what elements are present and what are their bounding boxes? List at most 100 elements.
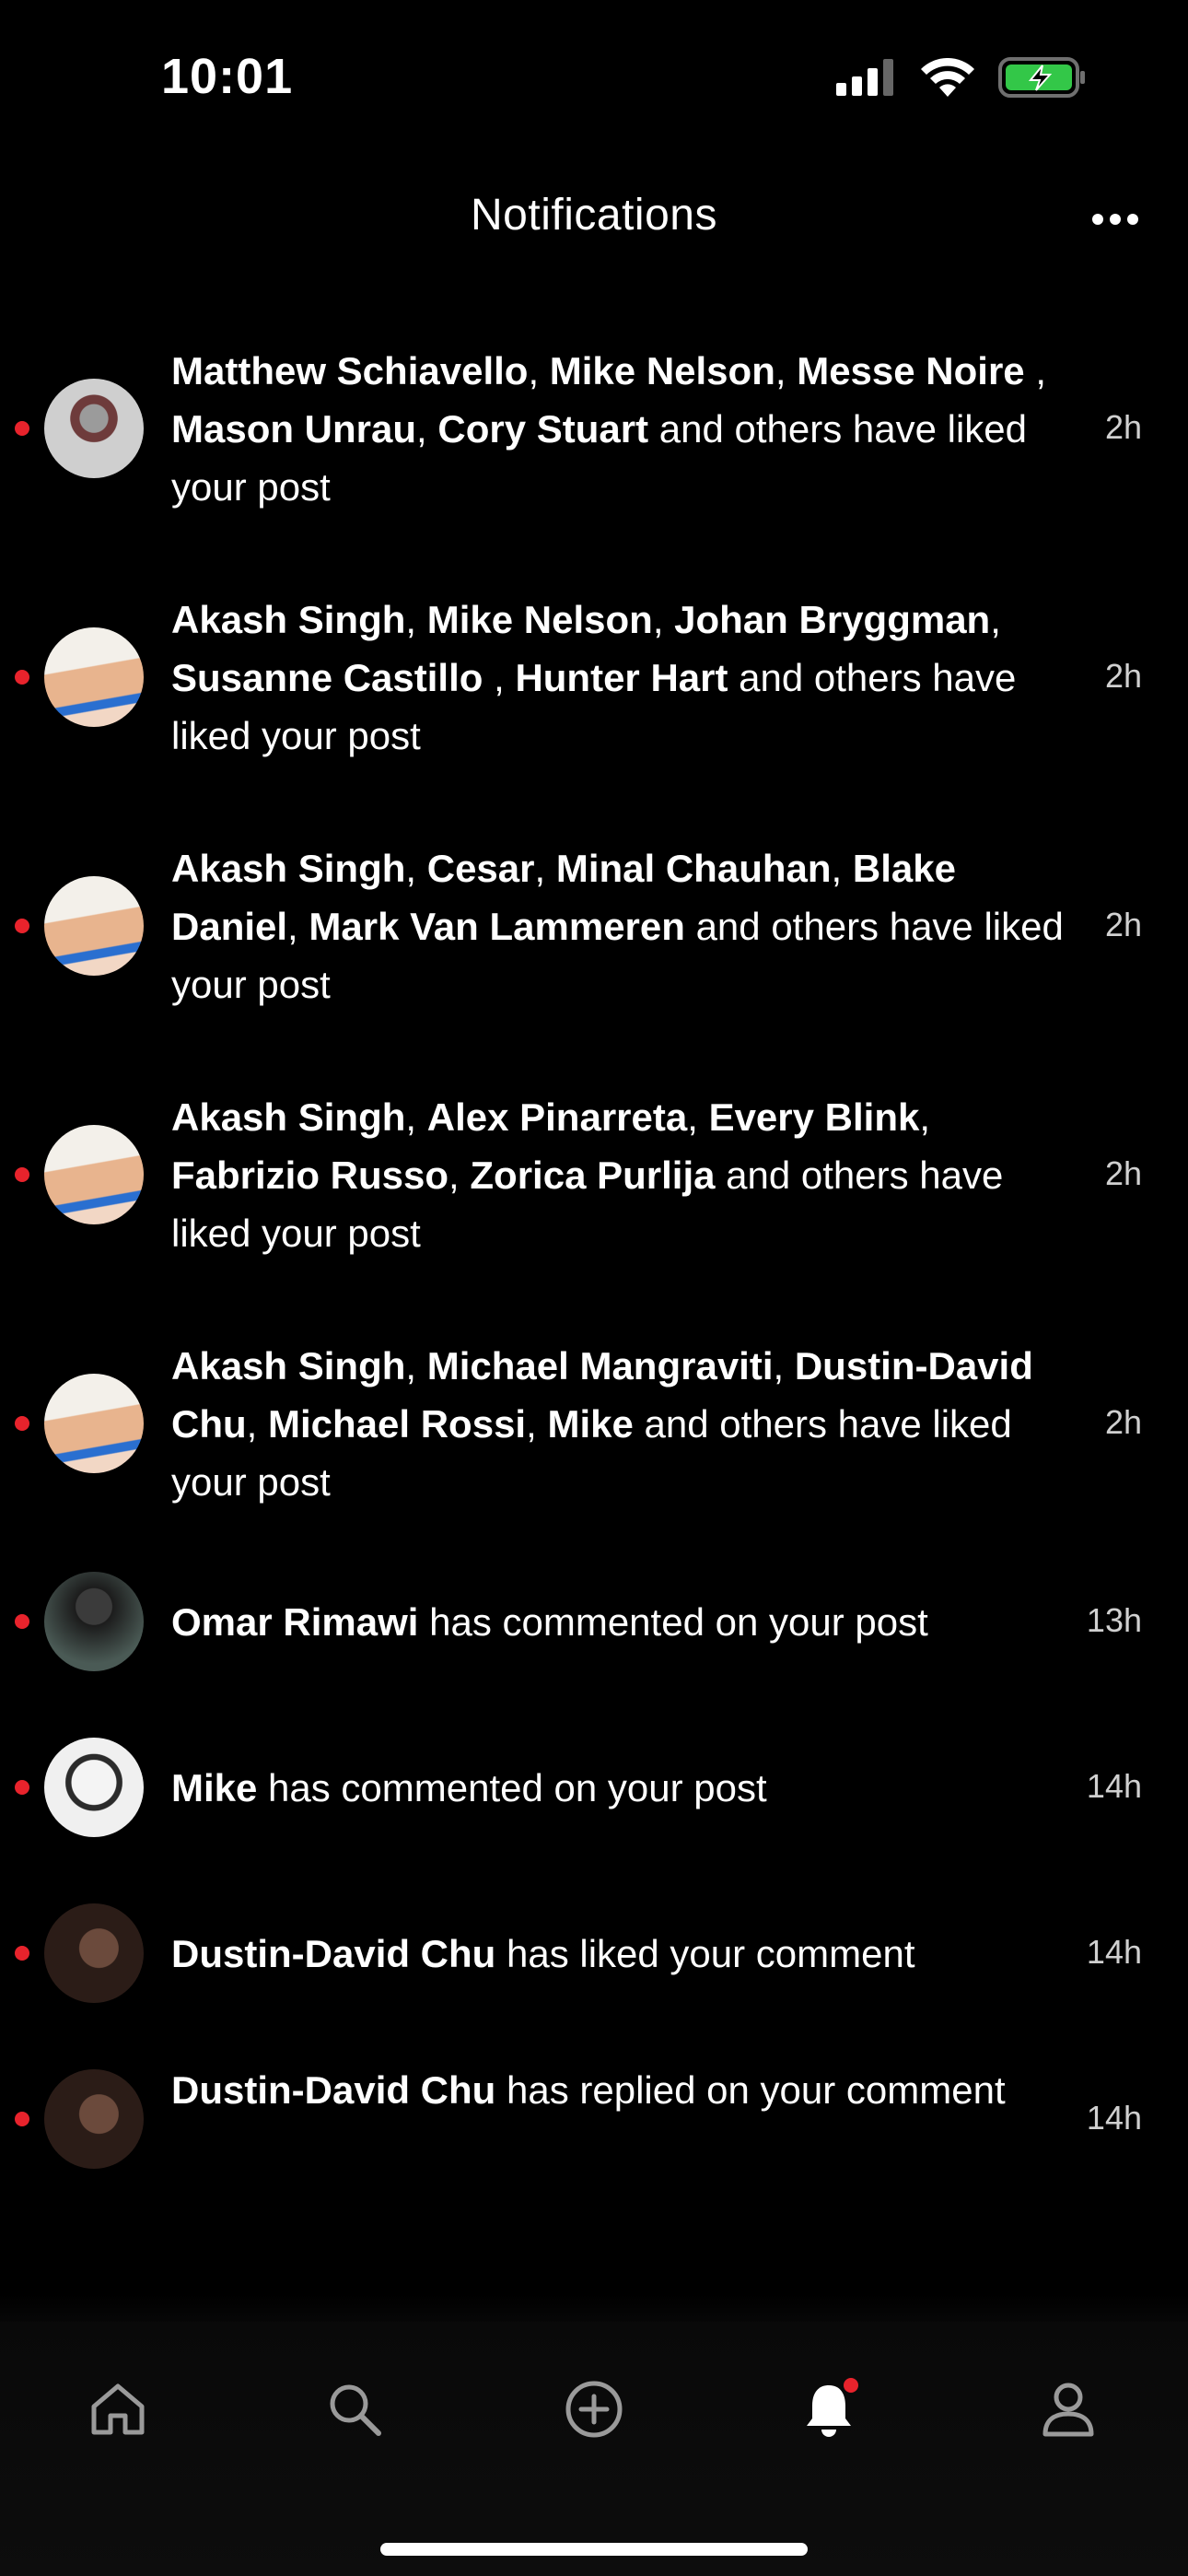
status-icons <box>836 57 1087 98</box>
notification-text: Akash Singh, Michael Mangraviti, Dustin-… <box>171 1337 1083 1511</box>
notification-time: 2h <box>1104 657 1142 695</box>
unread-indicator <box>15 421 29 436</box>
notification-text: Akash Singh, Alex Pinarreta, Every Blink… <box>171 1088 1083 1262</box>
user-name[interactable]: Akash Singh <box>171 1344 405 1388</box>
unread-indicator <box>15 919 29 933</box>
notification-message: , <box>773 1343 795 1388</box>
user-name[interactable]: Every Blink <box>709 1095 920 1139</box>
notification-message: has commented on your post <box>418 1599 928 1644</box>
notification-row[interactable]: Matthew Schiavello, Mike Nelson, Messe N… <box>0 336 1188 521</box>
notification-message: , <box>405 597 427 641</box>
avatar[interactable] <box>44 379 144 478</box>
signal-icon <box>836 59 893 96</box>
user-name[interactable]: Omar Rimawi <box>171 1600 418 1644</box>
notification-row[interactable]: Mike has commented on your post 14h <box>0 1737 1188 1838</box>
user-name[interactable]: Dustin-David Chu <box>171 1932 495 1975</box>
notification-message: , <box>534 846 556 890</box>
user-name[interactable]: Fabrizio Russo <box>171 1153 448 1197</box>
user-name[interactable]: Mike Nelson <box>550 349 775 392</box>
avatar[interactable] <box>44 1374 144 1473</box>
home-indicator[interactable] <box>380 2543 808 2556</box>
notification-message: has commented on your post <box>257 1765 767 1809</box>
avatar[interactable] <box>44 876 144 976</box>
user-name[interactable]: Akash Singh <box>171 847 405 890</box>
notification-row[interactable]: Akash Singh, Alex Pinarreta, Every Blink… <box>0 1083 1188 1267</box>
avatar[interactable] <box>44 1903 144 2003</box>
notification-message: , <box>990 597 1001 641</box>
notification-text: Omar Rimawi has commented on your post <box>171 1593 1083 1651</box>
notification-message: , <box>831 846 853 890</box>
user-name[interactable]: Mike Nelson <box>427 598 653 641</box>
user-name[interactable]: Mike <box>171 1766 257 1809</box>
notification-message: , <box>1024 348 1046 392</box>
notification-message: , <box>405 1095 427 1139</box>
notification-message: has liked your comment <box>495 1931 915 1975</box>
notification-message: , <box>416 406 438 451</box>
notification-message: , <box>483 655 516 699</box>
user-name[interactable]: Dustin-David Chu <box>171 2068 495 2112</box>
notification-message: , <box>448 1153 471 1197</box>
avatar[interactable] <box>44 1125 144 1224</box>
avatar[interactable] <box>44 2069 144 2169</box>
tab-search[interactable] <box>299 2359 410 2460</box>
notification-text: Mike has commented on your post <box>171 1759 1083 1817</box>
user-name[interactable]: Johan Bryggman <box>674 598 990 641</box>
more-options-button[interactable] <box>1083 201 1147 238</box>
avatar[interactable] <box>44 1738 144 1837</box>
home-icon <box>91 2383 145 2435</box>
notification-text: Matthew Schiavello, Mike Nelson, Messe N… <box>171 342 1083 516</box>
notification-text: Dustin-David Chu has replied on your com… <box>171 2061 1083 2119</box>
tab-create[interactable] <box>539 2359 649 2460</box>
unread-indicator <box>15 1167 29 1182</box>
user-name[interactable]: Matthew Schiavello <box>171 349 528 392</box>
user-name[interactable]: Michael Rossi <box>268 1402 526 1446</box>
header: Notifications <box>0 184 1188 258</box>
user-name[interactable]: Messe Noire <box>797 349 1024 392</box>
tab-profile[interactable] <box>1013 2359 1124 2460</box>
user-name[interactable]: Alex Pinarreta <box>427 1095 687 1139</box>
unread-indicator <box>15 1416 29 1431</box>
notification-text: Akash Singh, Cesar, Minal Chauhan, Blake… <box>171 839 1083 1013</box>
notification-message: has replied on your comment <box>495 2068 1006 2112</box>
notification-message: , <box>246 1401 268 1446</box>
wifi-icon <box>921 58 974 97</box>
user-name[interactable]: Susanne Castillo <box>171 656 483 699</box>
user-name[interactable]: Cesar <box>427 847 535 890</box>
notification-message: , <box>687 1095 709 1139</box>
user-name[interactable]: Cory Stuart <box>437 407 648 451</box>
notification-row[interactable]: Dustin-David Chu has replied on your com… <box>0 2050 1188 2188</box>
notification-time: 14h <box>1086 1767 1142 1805</box>
user-name[interactable]: Zorica Purlija <box>470 1153 715 1197</box>
search-icon <box>330 2384 381 2436</box>
unread-indicator <box>15 1614 29 1629</box>
notification-message: , <box>775 348 798 392</box>
user-name[interactable]: Hunter Hart <box>515 656 728 699</box>
user-name[interactable]: Michael Mangraviti <box>427 1344 774 1388</box>
unread-indicator <box>15 1946 29 1961</box>
profile-icon <box>1042 2383 1094 2437</box>
notification-row[interactable]: Dustin-David Chu has liked your comment 1… <box>0 1903 1188 2004</box>
user-name[interactable]: Mark Van Lammeren <box>309 905 685 948</box>
tab-home[interactable] <box>63 2359 173 2460</box>
notification-badge <box>844 2378 858 2393</box>
notification-message: , <box>405 846 427 890</box>
tab-notifications[interactable] <box>776 2359 887 2460</box>
notification-message: , <box>526 1401 548 1446</box>
notification-row[interactable]: Akash Singh, Michael Mangraviti, Dustin-… <box>0 1331 1188 1516</box>
avatar[interactable] <box>44 627 144 727</box>
user-name[interactable]: Mason Unrau <box>171 407 416 451</box>
notification-row[interactable]: Omar Rimawi has commented on your post 13… <box>0 1571 1188 1672</box>
avatar[interactable] <box>44 1572 144 1671</box>
user-name[interactable]: Mike <box>547 1402 633 1446</box>
notification-row[interactable]: Akash Singh, Cesar, Minal Chauhan, Blake… <box>0 834 1188 1018</box>
unread-indicator <box>15 670 29 685</box>
status-bar: 10:01 <box>0 0 1188 157</box>
user-name[interactable]: Akash Singh <box>171 598 405 641</box>
user-name[interactable]: Akash Singh <box>171 1095 405 1139</box>
status-time: 10:01 <box>161 49 294 104</box>
notification-time: 2h <box>1104 1154 1142 1192</box>
notification-row[interactable]: Akash Singh, Mike Nelson, Johan Bryggman… <box>0 585 1188 769</box>
notification-time: 2h <box>1104 408 1142 446</box>
user-name[interactable]: Minal Chauhan <box>556 847 832 890</box>
add-icon <box>565 2381 623 2438</box>
